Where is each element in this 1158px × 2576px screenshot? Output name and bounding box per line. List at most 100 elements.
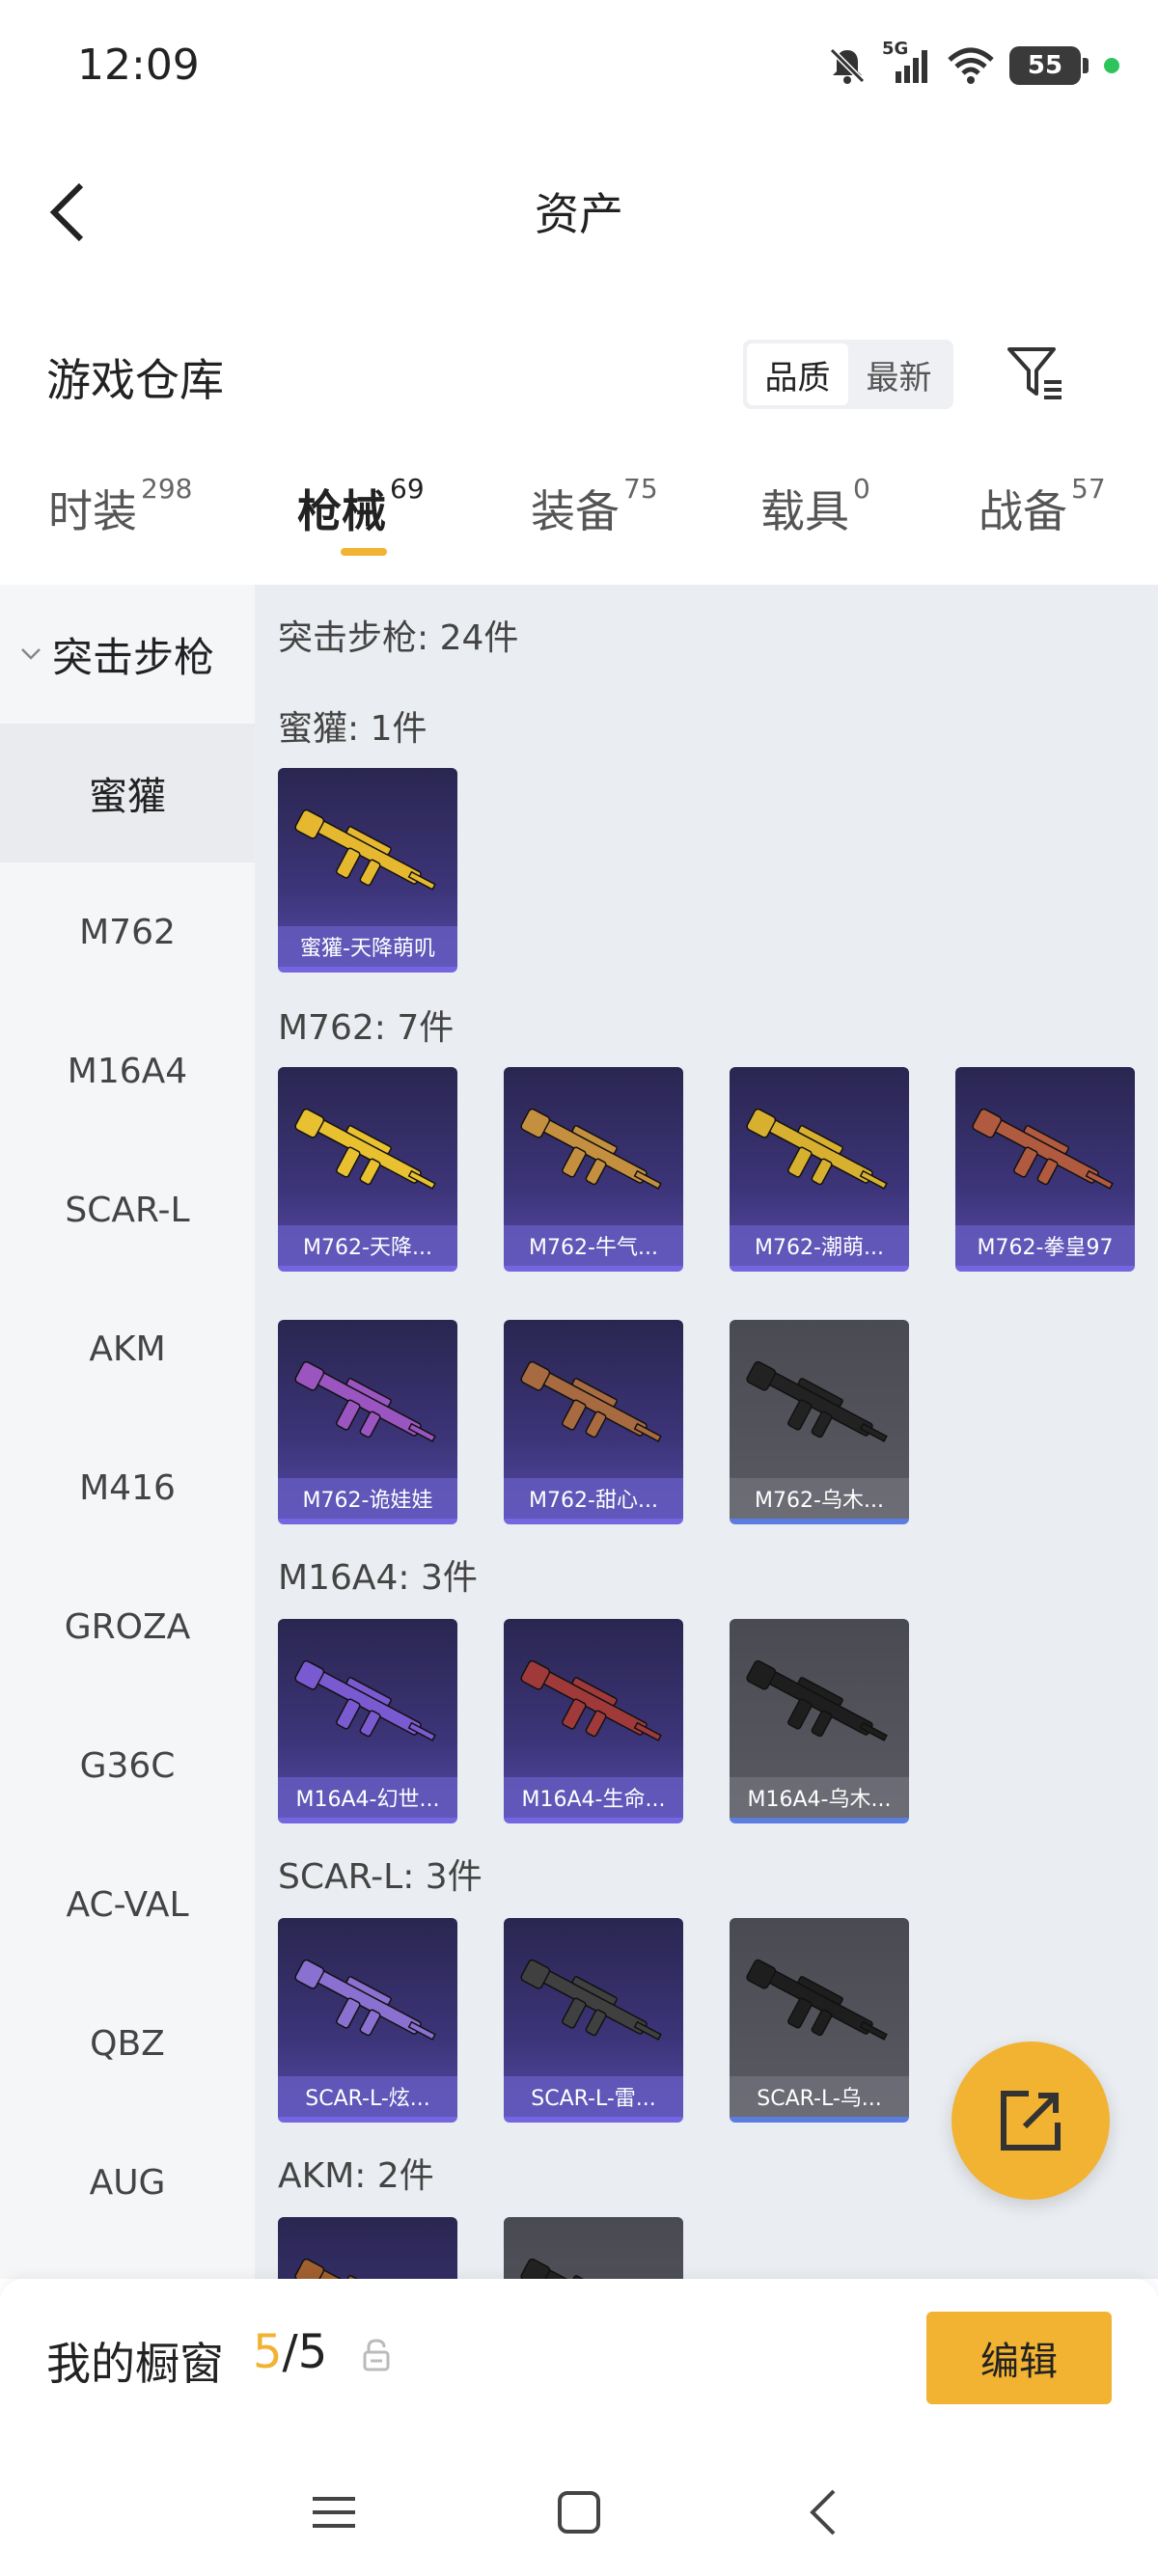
tab-firearms[interactable]: 枪械 69 — [297, 473, 425, 540]
rifle-icon — [294, 808, 436, 891]
rifle-icon — [294, 1360, 436, 1442]
tab-vehicles[interactable]: 载具 0 — [760, 473, 870, 540]
sort-quality-button[interactable]: 品质 — [747, 343, 848, 405]
warehouse-row: 游戏仓库 品质 最新 — [0, 318, 1158, 434]
section-label: M762: 7件 — [278, 1008, 455, 1048]
weapon-card-name: M762-甜心... — [504, 1478, 683, 1519]
weapon-card[interactable]: SCAR-L-雷... — [504, 1918, 683, 2123]
showcase-total: /5 — [282, 2325, 328, 2379]
weapon-card[interactable]: M762-诡娃娃 — [278, 1320, 457, 1524]
tab-count: 57 — [1071, 473, 1106, 505]
weapon-card[interactable]: M16A4-生命... — [504, 1619, 683, 1823]
status-icons: 5G 55 — [826, 39, 1119, 93]
weapon-type-sidebar: 突击步枪 蜜獾 M762 M16A4 SCAR-L AKM M416 GROZA… — [0, 585, 255, 2279]
sidebar-item-m762[interactable]: M762 — [0, 863, 255, 1001]
weapon-card[interactable] — [278, 2217, 457, 2279]
rifle-icon — [746, 1659, 888, 1741]
category-tabs: 时装 298 枪械 69 装备 75 载具 0 战备 57 — [0, 442, 1158, 585]
edit-showcase-button[interactable]: 编辑 — [926, 2312, 1112, 2404]
sidebar-item-m16a4[interactable]: M16A4 — [0, 1001, 255, 1140]
sidebar-item-honey-badger[interactable]: 蜜獾 — [0, 724, 255, 863]
warehouse-title: 游戏仓库 — [46, 354, 224, 406]
weapon-card-name: SCAR-L-炫... — [278, 2076, 457, 2117]
status-time: 12:09 — [77, 41, 200, 90]
sidebar-item-g36c[interactable]: G36C — [0, 1696, 255, 1835]
rifle-icon — [294, 1108, 436, 1190]
weapon-card-name: M16A4-幻世... — [278, 1777, 457, 1818]
weapon-card[interactable]: SCAR-L-乌... — [730, 1918, 909, 2123]
section-label: SCAR-L: 3件 — [278, 1857, 482, 1897]
rifle-icon — [294, 2258, 422, 2279]
rifle-icon — [746, 1360, 888, 1442]
tab-label: 时装 — [48, 485, 137, 537]
share-button[interactable] — [951, 2042, 1110, 2200]
sidebar-item-aug[interactable]: AUG — [0, 2113, 255, 2252]
section-label: AKM: 2件 — [278, 2156, 434, 2196]
filter-icon — [1007, 347, 1062, 399]
section-label: M16A4: 3件 — [278, 1558, 478, 1598]
header: 资产 — [0, 135, 1158, 280]
weapon-card[interactable]: M762-潮萌... — [730, 1067, 909, 1272]
sidebar-category-label: 突击步枪 — [52, 633, 215, 681]
signal-5g-icon: 5G — [882, 39, 932, 87]
mute-bell-icon — [829, 47, 866, 84]
weapon-card[interactable]: SCAR-L-炫... — [278, 1918, 457, 2123]
rifle-icon — [972, 1108, 1114, 1190]
back-nav-icon[interactable] — [797, 2485, 851, 2539]
status-bar: 12:09 5G 55 — [0, 0, 1158, 135]
sidebar-item-groza[interactable]: GROZA — [0, 1557, 255, 1696]
sidebar-category-header[interactable]: 突击步枪 — [0, 585, 255, 724]
weapon-card[interactable]: M16A4-幻世... — [278, 1619, 457, 1823]
chevron-down-icon — [21, 648, 41, 660]
sidebar-item-m416[interactable]: M416 — [0, 1418, 255, 1557]
rifle-icon — [294, 1959, 436, 2041]
tab-count: 75 — [623, 473, 658, 505]
weapon-card[interactable]: M16A4-乌木... — [730, 1619, 909, 1823]
tab-fashion[interactable]: 时装 298 — [48, 473, 192, 540]
weapon-card-name: M762-潮萌... — [730, 1225, 909, 1266]
rifle-icon — [520, 1659, 662, 1741]
home-icon[interactable] — [552, 2485, 606, 2539]
page-title: 资产 — [535, 188, 623, 240]
weapon-card-name: M762-牛气... — [504, 1225, 683, 1266]
rifle-icon — [520, 1108, 662, 1190]
rifle-icon — [294, 1659, 436, 1741]
sort-newest-button[interactable]: 最新 — [848, 343, 950, 405]
sidebar-item-qbz[interactable]: QBZ — [0, 1974, 255, 2113]
tab-count: 0 — [853, 473, 870, 505]
sidebar-item-scar-l[interactable]: SCAR-L — [0, 1140, 255, 1279]
system-nav-bar — [0, 2443, 1158, 2576]
lock-icon — [363, 2339, 390, 2371]
section-label: 蜜獾: 1件 — [278, 709, 427, 749]
rifle-icon — [746, 1959, 888, 2041]
tab-supplies[interactable]: 战备 57 — [979, 473, 1106, 540]
weapon-card[interactable]: M762-牛气... — [504, 1067, 683, 1272]
weapon-card[interactable] — [504, 2217, 683, 2279]
sidebar-item-ac-val[interactable]: AC-VAL — [0, 1835, 255, 1974]
tab-label: 枪械 — [297, 485, 386, 537]
weapon-card[interactable]: M762-天降... — [278, 1067, 457, 1272]
weapon-card-name: M762-天降... — [278, 1225, 457, 1266]
weapon-card-name: 蜜獾-天降萌叽 — [278, 926, 457, 967]
weapon-card[interactable]: M762-甜心... — [504, 1320, 683, 1524]
rifle-icon — [520, 1959, 662, 2041]
weapon-card[interactable]: M762-拳皇97 — [955, 1067, 1135, 1272]
menu-icon[interactable] — [307, 2485, 361, 2539]
weapon-grid: 突击步枪: 24件 蜜獾: 1件 蜜獾-天降萌叽 M762: 7件 M762-天… — [255, 585, 1158, 2279]
summary-label: 突击步枪: 24件 — [278, 618, 519, 658]
weapon-card[interactable]: 蜜獾-天降萌叽 — [278, 768, 457, 973]
sidebar-item-akm[interactable]: AKM — [0, 1279, 255, 1418]
sort-toggle: 品质 最新 — [743, 340, 953, 409]
privacy-dot — [1104, 58, 1119, 73]
share-icon — [1001, 2091, 1061, 2151]
wifi-icon — [948, 47, 994, 84]
weapon-card[interactable]: M762-乌木... — [730, 1320, 909, 1524]
weapon-card-name: M762-诡娃娃 — [278, 1478, 457, 1519]
rifle-icon — [520, 2258, 648, 2279]
tab-label: 载具 — [760, 485, 849, 537]
weapon-card-name: SCAR-L-乌... — [730, 2076, 909, 2117]
filter-button[interactable] — [1004, 342, 1067, 405]
tab-equipment[interactable]: 装备 75 — [531, 473, 658, 540]
weapon-card-name: M16A4-乌木... — [730, 1777, 909, 1818]
showcase-current: 5 — [253, 2325, 283, 2379]
